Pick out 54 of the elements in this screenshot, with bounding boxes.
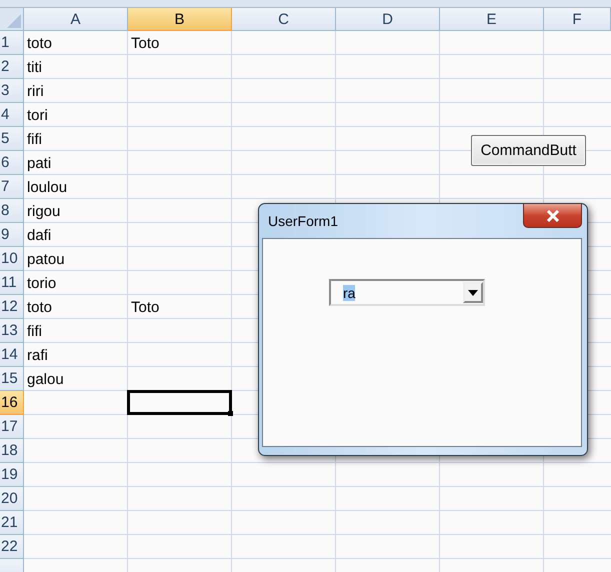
column-header[interactable]: A — [24, 8, 128, 31]
table-cell-text: pati — [26, 154, 52, 174]
row-header[interactable]: 3 — [0, 79, 24, 103]
column-header[interactable]: B — [128, 8, 232, 31]
table-cell-text: patou — [26, 250, 66, 270]
row-header[interactable]: 19 — [0, 463, 24, 487]
row-header[interactable]: 2 — [0, 55, 24, 79]
row-header[interactable]: 18 — [0, 439, 24, 463]
table-cell-text: galou — [26, 370, 65, 390]
table-cell-text: riri — [26, 82, 45, 102]
column-header[interactable]: D — [336, 8, 440, 31]
row-header[interactable]: 6 — [0, 151, 24, 175]
row-header[interactable]: 5 — [0, 127, 24, 151]
row-header[interactable]: 8 — [0, 199, 24, 223]
column-header[interactable]: F — [544, 8, 611, 31]
row-header[interactable]: 4 — [0, 103, 24, 127]
table-cell-text: fifi — [26, 130, 43, 150]
table-cell-text: Toto — [130, 298, 160, 318]
close-button[interactable] — [523, 204, 582, 228]
table-cell-text: toto — [26, 298, 54, 318]
column-header[interactable]: E — [440, 8, 544, 31]
caret-icon — [468, 290, 478, 296]
row-header[interactable]: 7 — [0, 175, 24, 199]
table-cell-text: toto — [26, 34, 54, 54]
table-cell-text: titi — [26, 58, 43, 78]
row-header[interactable]: 17 — [0, 415, 24, 439]
row-header[interactable]: 9 — [0, 223, 24, 247]
select-all-icon — [7, 14, 21, 28]
table-cell-text: tori — [26, 106, 49, 126]
table-cell-text: Toto — [130, 34, 160, 54]
row-header[interactable]: 21 — [0, 511, 24, 535]
row-header[interactable]: 12 — [0, 295, 24, 319]
select-all-corner[interactable] — [0, 8, 24, 31]
table-cell-text: rafi — [26, 346, 49, 366]
column-header[interactable]: C — [232, 8, 336, 31]
dropdown-button[interactable] — [463, 282, 483, 303]
row-header[interactable]: 1 — [0, 31, 24, 55]
window-title: UserForm1 — [268, 213, 338, 229]
row-header[interactable]: 13 — [0, 319, 24, 343]
table-cell-text: loulou — [26, 178, 68, 198]
row-header[interactable]: 10 — [0, 247, 24, 271]
command-button[interactable]: CommandButt — [471, 135, 586, 166]
table-cell-text: torio — [26, 274, 58, 294]
table-cell-text: fifi — [26, 322, 43, 342]
row-header[interactable]: 14 — [0, 343, 24, 367]
row-header[interactable]: 22 — [0, 535, 24, 559]
row-header[interactable]: 11 — [0, 271, 24, 295]
table-cell-text: dafi — [26, 226, 52, 246]
row-header[interactable]: 20 — [0, 487, 24, 511]
combo-box[interactable]: ra — [329, 279, 485, 306]
row-header[interactable]: 16 — [0, 391, 24, 415]
row-header[interactable]: 15 — [0, 367, 24, 391]
table-cell-text: rigou — [26, 202, 62, 222]
close-icon — [546, 210, 560, 222]
